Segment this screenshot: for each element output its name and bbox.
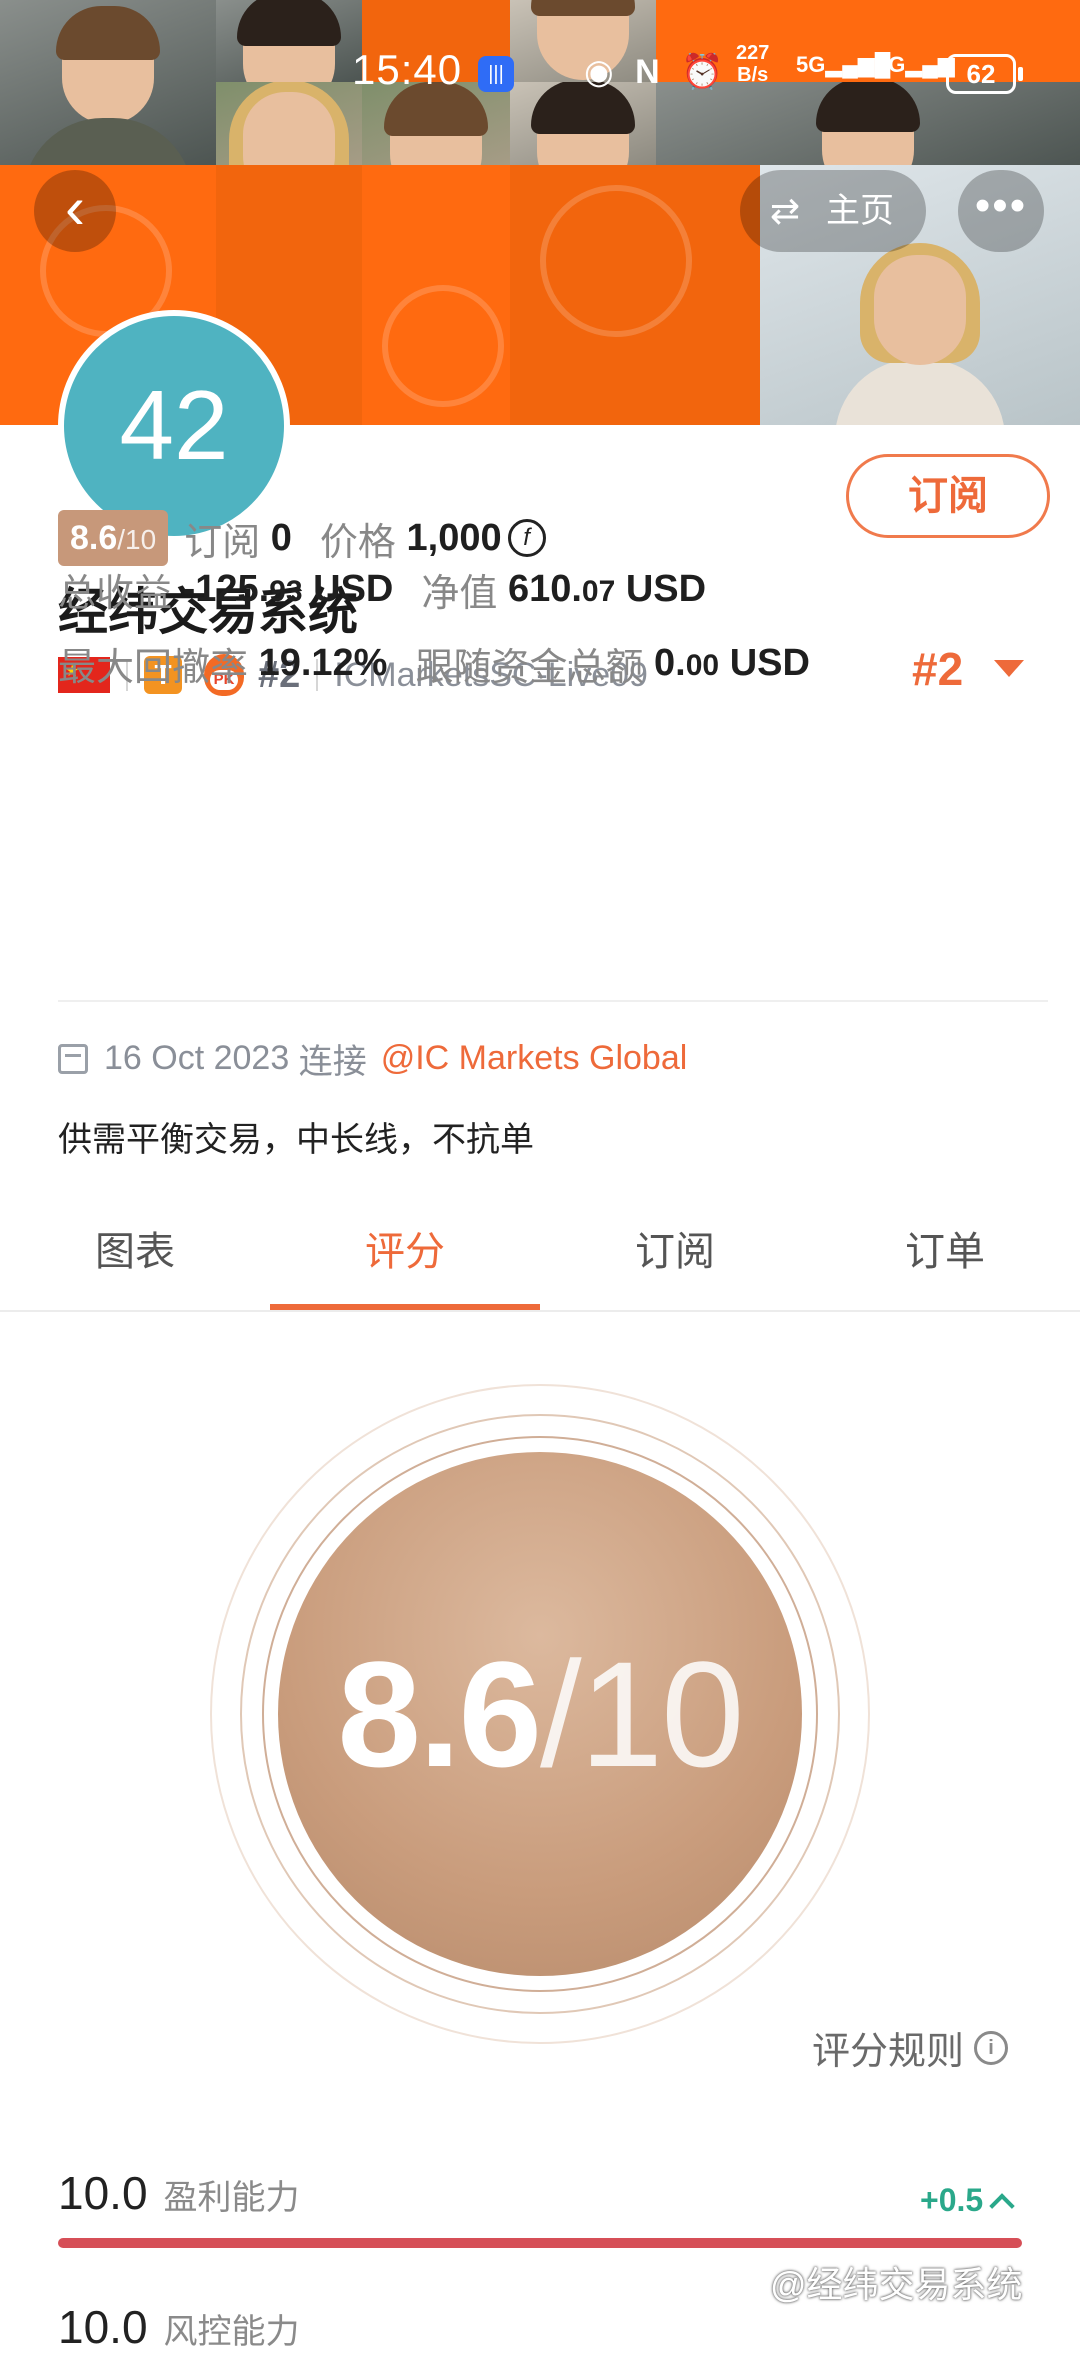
avatar[interactable]: 42	[58, 310, 290, 542]
metric-profitability: 10.0 盈利能力	[58, 2166, 300, 2220]
subscribe-count: 0	[270, 516, 292, 559]
tab-divider	[0, 1310, 1080, 1312]
follow-funds-label: 跟随资金总额	[415, 647, 644, 689]
swap-icon: ⇄	[770, 190, 801, 231]
rating-rules-link[interactable]: 评分规则 i	[812, 2020, 1009, 2075]
broker-link[interactable]: @IC Markets Global	[381, 1039, 688, 1078]
calendar-icon	[58, 1043, 88, 1074]
voice-icon: |||	[478, 56, 514, 92]
status-icons: ◉ N ⏰	[584, 53, 730, 91]
connect-row: 16 Oct 2023 连接 @IC Markets Global	[58, 1034, 687, 1083]
price-label: 价格	[319, 521, 396, 564]
stats-row-3: 最大回撤率 19.12% 跟随资金总额 0.00 USD	[58, 636, 810, 691]
connect-date: 16 Oct 2023	[104, 1039, 290, 1077]
caret-down-icon[interactable]	[994, 660, 1024, 677]
tab-orders[interactable]: 订单	[810, 1200, 1080, 1310]
score-chip: 8.6/10	[58, 510, 169, 566]
tab-subscriptions[interactable]: 订阅	[540, 1200, 810, 1310]
connect-word: 连接	[298, 1043, 367, 1081]
total-profit-value: -125.93 USD	[182, 568, 394, 610]
home-label: 主页	[826, 192, 894, 230]
chevron-left-icon: ‹	[65, 174, 85, 241]
rank-dropdown[interactable]: #2	[912, 642, 963, 696]
network-speed: 227 B/s	[736, 42, 770, 86]
tab-rating[interactable]: 评分	[270, 1200, 540, 1310]
stats-row-2: 总收益 -125.93 USD 净值 610.07 USD	[58, 562, 706, 617]
section-divider	[58, 1000, 1048, 1002]
metric-value: 10.0	[58, 2301, 148, 2353]
stats-row-1: 8.6/10 订阅 0 价格 1,000 f	[58, 510, 546, 566]
net-value: 610.07 USD	[507, 568, 707, 610]
coin-icon: f	[507, 519, 546, 557]
more-button[interactable]: •••	[958, 170, 1044, 252]
net-value-label: 净值	[421, 573, 498, 615]
total-profit-label: 总收益	[58, 573, 173, 615]
tab-chart[interactable]: 图表	[0, 1200, 270, 1310]
subscribe-button[interactable]: 订阅	[846, 454, 1050, 538]
more-dots-icon: •••	[974, 181, 1028, 230]
metric-risk-control: 10.0 风控能力	[58, 2300, 300, 2354]
battery-icon: 62	[946, 54, 1023, 94]
metric-progress-bar	[58, 2238, 1022, 2248]
metric-label: 盈利能力	[163, 2179, 300, 2217]
tab-bar: 图表 评分 订阅 订单	[0, 1200, 1080, 1310]
status-time: 15:40	[352, 46, 463, 93]
follow-funds-value: 0.00 USD	[654, 642, 810, 684]
banner-pattern-tile	[362, 165, 510, 425]
rating-rules-label: 评分规则	[812, 2031, 965, 2073]
price-value: 1,000	[406, 516, 502, 559]
watermark: @经纬交易系统	[770, 2264, 1023, 2305]
signal-3g-icon: 3G▂▄▆	[876, 52, 955, 77]
subscribe-count-label: 订阅	[184, 521, 261, 564]
metric-value: 10.0	[58, 2167, 148, 2219]
max-drawdown-label: 最大回撤率	[58, 647, 249, 689]
person-photo	[835, 243, 1005, 425]
big-score: 8.6/10	[337, 1630, 744, 1798]
back-button[interactable]: ‹	[34, 170, 116, 252]
info-icon: i	[974, 2030, 1009, 2065]
strategy-description: 供需平衡交易，中长线，不抗单	[58, 1121, 534, 1159]
status-bar: 15:40 ||| ◉ N ⏰ 227 B/s 5G▂▄▆█ 3G▂▄▆ 62	[0, 38, 1080, 118]
metric-label: 风控能力	[163, 2313, 300, 2351]
max-drawdown-value: 19.12%	[258, 642, 388, 684]
banner-pattern-tile	[510, 165, 760, 425]
home-button[interactable]: ⇄ 主页	[740, 170, 926, 252]
metric-delta: +0.5	[920, 2182, 1011, 2219]
